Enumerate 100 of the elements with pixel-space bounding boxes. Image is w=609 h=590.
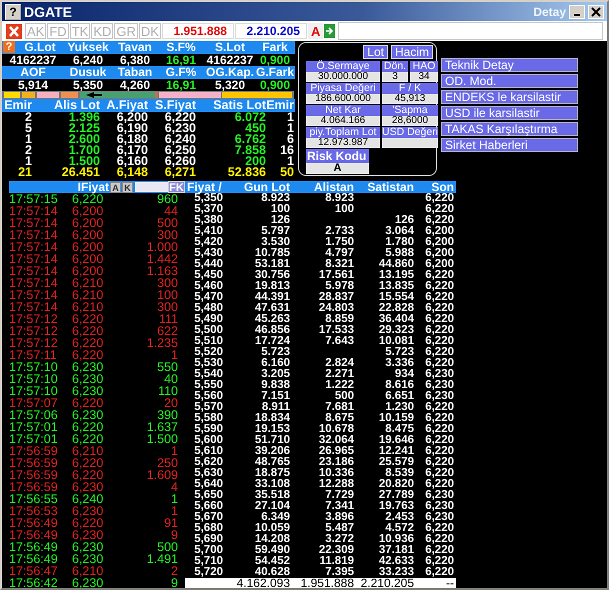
table-cell-text: 5.978 — [324, 281, 354, 292]
table-cell-text: 2.600 — [68, 134, 100, 145]
table-cell-text: 5.797 — [260, 226, 290, 237]
table-cell-text: 622 — [156, 325, 178, 337]
table-cell-text: 3.896 — [324, 512, 354, 523]
table-cell-text: 48.765 — [254, 457, 290, 468]
table-cell-text: 5,560 — [193, 391, 223, 402]
table-cell-text: 17:56:53 — [9, 505, 59, 517]
table-cell-text: 1.500 — [68, 156, 100, 167]
help-icon[interactable]: ? — [5, 4, 21, 20]
table-cell-text: 17:57:01 — [9, 421, 59, 433]
table-cell-text: 7.858 — [234, 145, 266, 156]
value-cell-text: 16,91 — [164, 54, 198, 66]
column-header: G.Fark — [256, 66, 294, 78]
field-value: 34 — [410, 72, 438, 82]
table-cell-text: 8.321 — [324, 259, 354, 270]
table-cell-text: 5,570 — [193, 402, 223, 413]
table-cell-text: 7.151 — [260, 391, 290, 402]
table-cell-text: 5,630 — [193, 468, 223, 479]
table-cell-text: 39.206 — [254, 446, 290, 457]
table-cell-text: 6,230 — [164, 123, 196, 134]
table-cell-text: 5.723 — [384, 347, 414, 358]
table-cell-text: 5,700 — [193, 545, 223, 556]
table-cell-text: 18.834 — [254, 413, 290, 424]
field-value: 3 — [382, 72, 408, 82]
table-cell-text: 29.323 — [378, 325, 414, 336]
table-cell-text: 6,170 — [116, 145, 148, 156]
action-button[interactable]: USD ile karsilastir — [441, 106, 578, 120]
field-value: 186.600.000 — [306, 94, 380, 104]
input-field[interactable] — [338, 22, 603, 40]
table-cell-text: 5,610 — [193, 446, 223, 457]
filter-button[interactable]: A — [110, 182, 121, 192]
total-cell-text: 21 — [17, 167, 32, 178]
action-button[interactable]: TAKAS Karşılaştırma — [441, 122, 578, 136]
table-cell-text: 3.205 — [260, 369, 290, 380]
action-button[interactable]: OD. Mod. — [441, 74, 578, 88]
toggle-button[interactable]: Hacim — [390, 45, 433, 59]
field-label: Dön. — [382, 61, 408, 72]
table-cell-text: 6,240 — [72, 493, 104, 505]
table-cell-text: 6,210 — [72, 289, 104, 301]
total-cell-text: 26.451 — [60, 167, 100, 178]
table-cell-text: 17:57:14 — [9, 217, 59, 229]
table-cell-text: 6.160 — [260, 358, 290, 369]
close-button[interactable] — [588, 4, 604, 18]
action-button[interactable]: Teknik Detay — [441, 58, 578, 72]
table-cell-text: 6.349 — [260, 512, 290, 523]
table-cell-text: 6,220 — [72, 433, 104, 445]
table-cell-text: 5,460 — [193, 281, 223, 292]
table-cell-text: 8.859 — [324, 314, 354, 325]
sell-total: 2.210.205 — [234, 23, 307, 39]
table-cell-text: 1.235 — [146, 337, 178, 349]
table-cell-text: 6,230 — [72, 529, 104, 541]
table-cell-text: 5,540 — [193, 369, 223, 380]
close-icon[interactable] — [6, 24, 22, 38]
table-cell-text: 6,230 — [72, 385, 104, 397]
table-cell-text: 10.336 — [318, 468, 354, 479]
table-cell-text: 44 — [163, 205, 178, 217]
help-icon[interactable]: ? — [3, 41, 15, 53]
table-cell-text: 10.059 — [254, 523, 290, 534]
table-cell-text: 2.733 — [324, 226, 354, 237]
table-cell-text: 17:56:59 — [9, 457, 59, 469]
table-cell-text: 6,200 — [424, 248, 454, 259]
table-cell-text: 5,350 — [194, 193, 223, 204]
arrow-icon[interactable] — [324, 24, 336, 38]
field-label: piy.Toplam Lot — [306, 127, 380, 138]
minimize-button[interactable] — [569, 4, 585, 18]
table-cell-text: 6,200 — [72, 229, 104, 241]
table-cell-text: 6.651 — [384, 391, 414, 402]
action-button[interactable]: Sirket Haberleri — [441, 138, 578, 152]
toggle-button[interactable]: Lot — [363, 45, 388, 59]
value-cell-text: 6,240 — [72, 54, 104, 66]
field-value — [382, 138, 438, 148]
table-cell-text: 6,260 — [164, 156, 196, 167]
table-cell-text: 5,690 — [193, 534, 223, 545]
table-cell-text: 53.181 — [254, 259, 290, 270]
table-cell-text: 17:56:47 — [9, 565, 59, 577]
table-cell-text: 6,220 — [72, 469, 104, 481]
table-cell-text: 6,230 — [72, 481, 104, 493]
table-cell-text: 1.222 — [324, 380, 354, 391]
table-cell-text: 45.263 — [254, 314, 290, 325]
table-cell-text: 23.186 — [318, 457, 354, 468]
table-cell-text: 42.633 — [378, 556, 414, 567]
mode-button[interactable]: A — [308, 23, 324, 39]
table-cell-text: 5,450 — [193, 270, 223, 281]
table-cell-text: 17:56:49 — [9, 529, 59, 541]
table-cell-text: 10.678 — [318, 424, 354, 435]
action-button[interactable]: ENDEKS le karsilastir — [441, 90, 578, 104]
column-header: G.F% — [164, 66, 198, 78]
table-cell-text: 100 — [270, 204, 290, 215]
field-value: 28,6000 — [382, 116, 438, 126]
table-cell-text: 6,200 — [116, 112, 148, 123]
table-cell-text: 17:57:14 — [9, 301, 59, 313]
table-cell-text: 6,220 — [424, 336, 454, 347]
column-header: Gun Lot — [243, 181, 290, 193]
filter-button[interactable]: FK — [168, 181, 185, 193]
input-field[interactable] — [135, 182, 168, 192]
table-cell-text: 8.539 — [384, 468, 414, 479]
table-cell-text: 6,200 — [424, 226, 454, 237]
table-cell-text: 6,230 — [424, 490, 454, 501]
filter-button[interactable]: K — [122, 182, 133, 192]
